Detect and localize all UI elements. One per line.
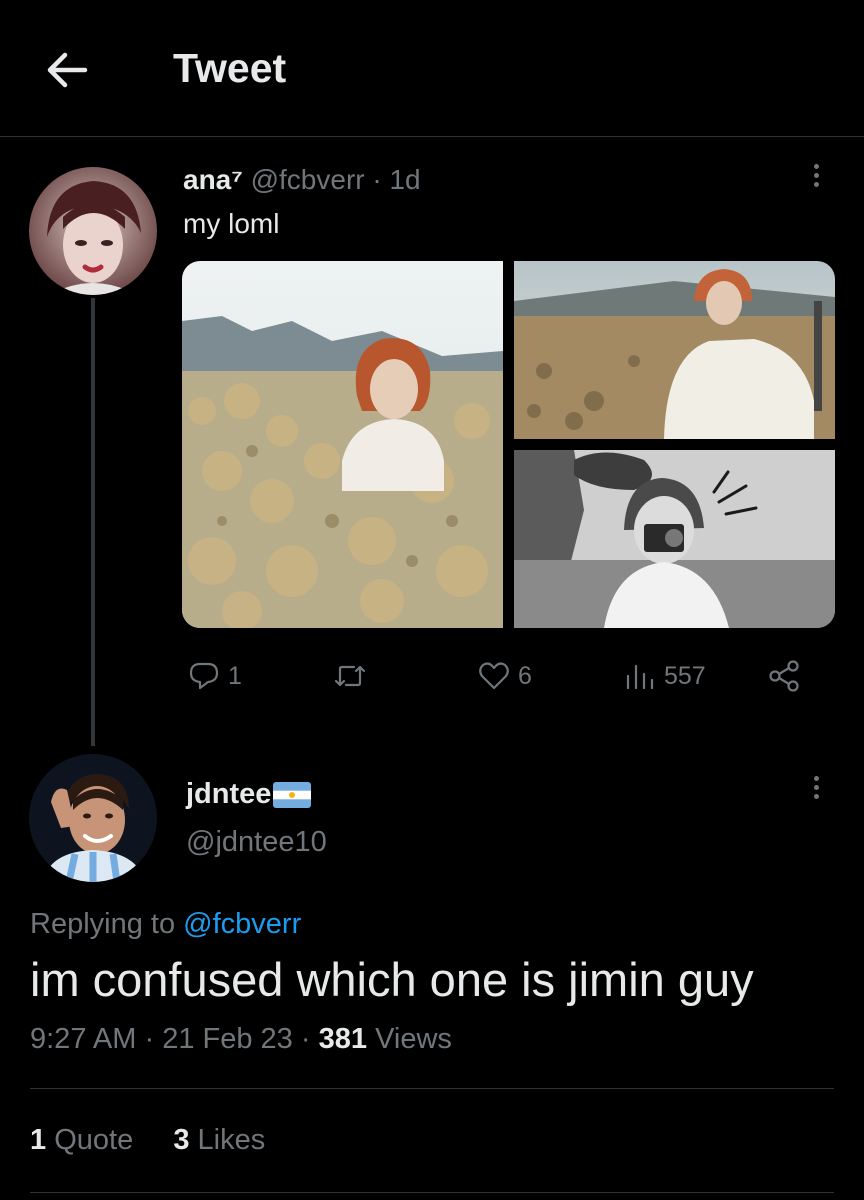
user-handle[interactable]: @fcbverr	[251, 164, 365, 195]
meta-divider	[30, 1088, 834, 1089]
likes-count: 3	[173, 1124, 190, 1156]
separator-dot: ·	[144, 1023, 155, 1055]
share-button[interactable]	[766, 656, 802, 696]
reply-count: 1	[228, 661, 242, 690]
quotes-stat[interactable]: 1 Quote	[30, 1124, 141, 1156]
reply-author-line: jdntee	[186, 778, 312, 811]
thread-line	[91, 298, 95, 746]
argentina-flag-icon	[273, 781, 312, 808]
tweet-date[interactable]: 21 Feb 23	[162, 1023, 293, 1055]
retweet-icon	[334, 665, 366, 687]
display-name[interactable]: ana⁷	[183, 164, 243, 195]
views-button[interactable]: 557	[622, 656, 706, 696]
separator-dot: ·	[300, 1023, 311, 1055]
views-label: Views	[375, 1023, 452, 1055]
tweet-photo-2[interactable]	[514, 261, 835, 439]
tweet-time-ago[interactable]: 1d	[389, 164, 420, 195]
avatar[interactable]	[29, 167, 157, 295]
reply-button[interactable]: 1	[186, 656, 242, 696]
avatar[interactable]	[29, 754, 157, 882]
engagement-stats: 1 Quote 3 Likes	[30, 1124, 265, 1157]
heart-icon	[479, 662, 509, 690]
user-handle[interactable]: @jdntee10	[186, 826, 327, 859]
replying-to-line: Replying to @fcbverr	[30, 908, 301, 941]
back-arrow-icon[interactable]	[44, 50, 90, 90]
separator-dot: ·	[372, 164, 382, 195]
like-count: 6	[518, 661, 532, 690]
quotes-label: Quote	[54, 1124, 134, 1156]
tweet-time[interactable]: 9:27 AM	[30, 1023, 136, 1055]
tweet-author-line: ana⁷ @fcbverr · 1d	[183, 164, 421, 196]
page-title: Tweet	[173, 45, 287, 91]
more-options-icon[interactable]	[801, 772, 831, 812]
replying-prefix: Replying to	[30, 908, 176, 940]
header-divider	[0, 136, 864, 137]
view-count: 557	[664, 661, 706, 690]
mention-link[interactable]: @fcbverr	[183, 908, 301, 940]
stats-divider	[30, 1192, 834, 1193]
tweet-photo-3[interactable]	[514, 450, 835, 628]
share-icon	[769, 660, 799, 692]
tweet-photo-1[interactable]	[182, 261, 503, 628]
quotes-count: 1	[30, 1124, 47, 1156]
tweet-text: my loml	[183, 208, 280, 239]
views-count: 381	[318, 1023, 367, 1055]
bar-chart-icon	[626, 664, 654, 690]
reply-icon	[189, 662, 219, 690]
media-grid	[182, 261, 835, 628]
retweet-button[interactable]	[332, 656, 374, 696]
likes-stat[interactable]: 3 Likes	[173, 1124, 265, 1156]
tweet-text: im confused which one is jimin guy	[30, 953, 754, 1006]
more-options-icon[interactable]	[801, 160, 831, 200]
likes-label: Likes	[197, 1124, 266, 1156]
like-button[interactable]: 6	[476, 656, 532, 696]
tweet-meta: 9:27 AM · 21 Feb 23 · 381 Views	[30, 1023, 452, 1056]
display-name[interactable]: jdntee	[186, 778, 271, 811]
